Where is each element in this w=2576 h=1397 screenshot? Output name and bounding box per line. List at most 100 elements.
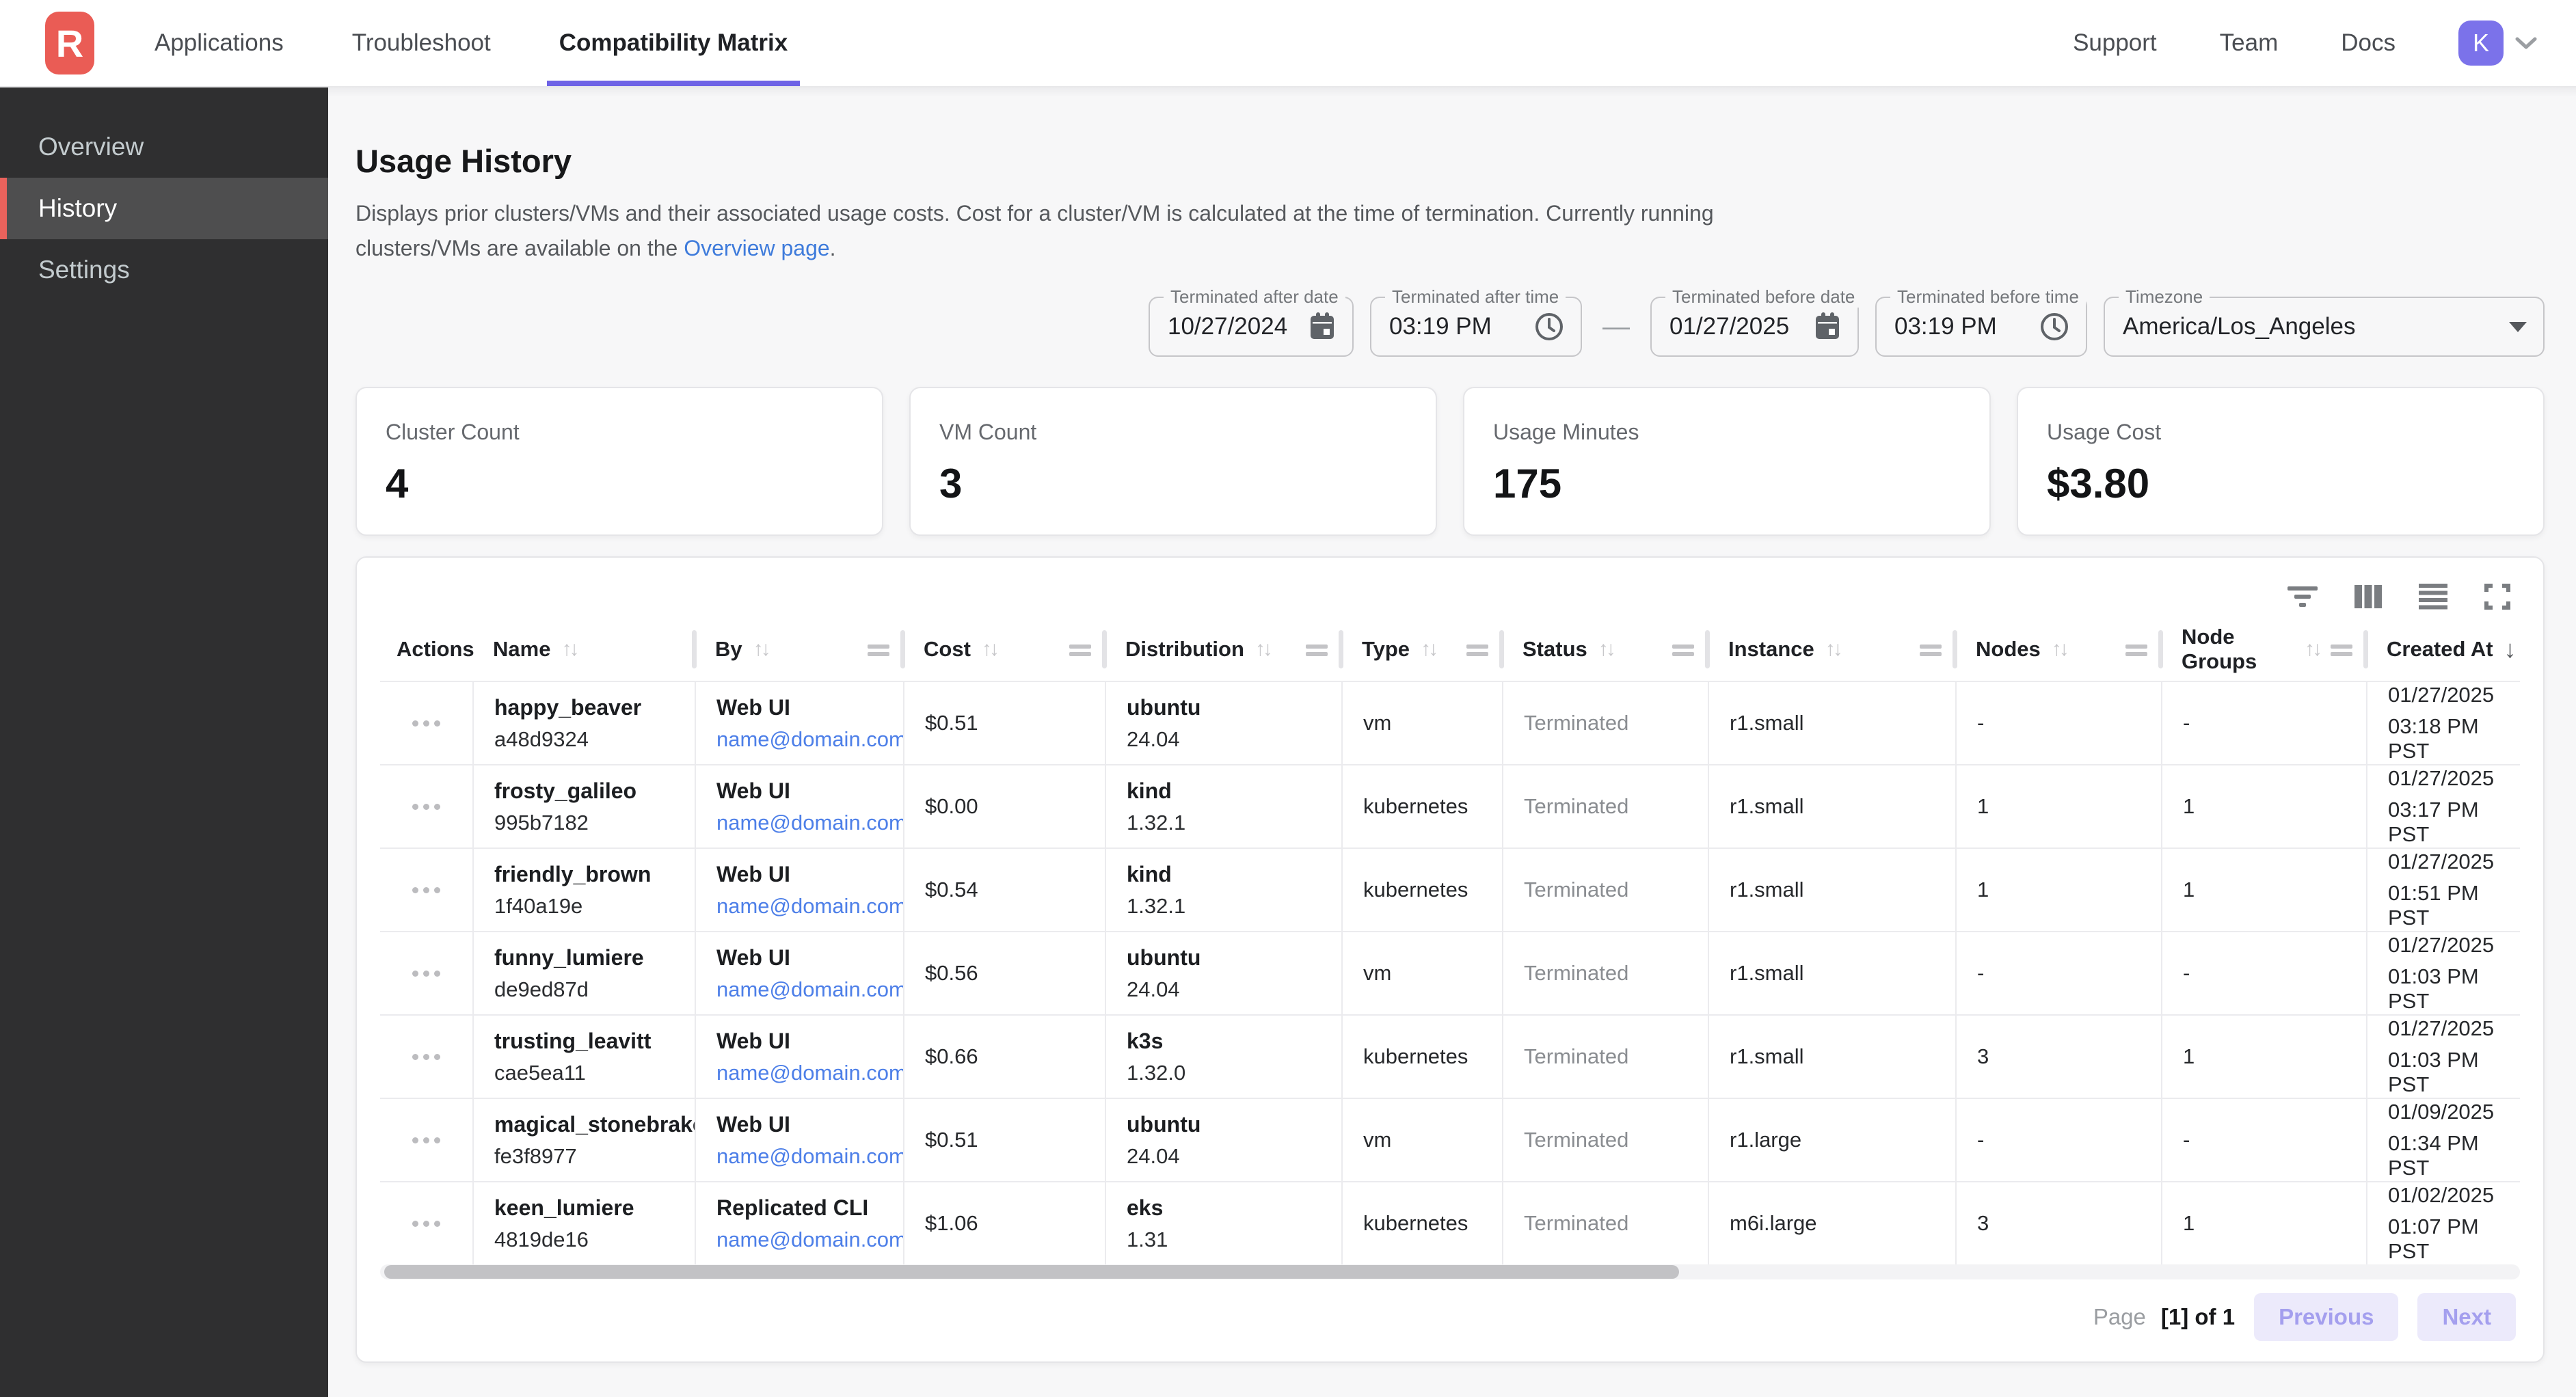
creator-email-link[interactable]: name@domain.com [716,727,903,752]
column-separator[interactable] [1953,630,1957,668]
sort-arrows-icon[interactable]: ↑↓ [2052,638,2067,661]
column-separator[interactable] [900,630,905,668]
ellipsis-icon[interactable] [412,720,440,727]
sort-arrows-icon[interactable]: ↑↓ [2305,638,2320,661]
sort-arrows-icon[interactable]: ↑↓ [561,638,576,661]
column-menu-icon[interactable] [1672,637,1694,662]
ellipsis-icon[interactable] [412,1221,440,1227]
column-menu-icon[interactable] [1466,637,1488,662]
ellipsis-icon[interactable] [412,887,440,893]
row-actions-button[interactable] [380,765,472,847]
chevron-down-icon[interactable] [2514,36,2538,51]
previous-button[interactable]: Previous [2254,1293,2398,1341]
nav-right: Support Team Docs K [2073,0,2538,86]
calendar-icon[interactable] [1309,312,1336,341]
timezone-select[interactable]: Timezone America/Los_Angeles [2104,297,2545,357]
ellipsis-icon[interactable] [412,804,440,810]
terminated-before-time-value[interactable]: 03:19 PM [1894,313,1997,340]
tab-troubleshoot[interactable]: Troubleshoot [352,0,491,86]
clock-icon[interactable] [2039,312,2069,342]
ellipsis-icon[interactable] [412,971,440,977]
filter-icon[interactable] [2287,586,2318,607]
terminated-before-date-field[interactable]: Terminated before date 01/27/2025 [1650,297,1859,357]
sort-arrows-icon[interactable]: ↑↓ [1825,638,1840,661]
fullscreen-icon[interactable] [2484,584,2510,610]
creator-email-link[interactable]: name@domain.com [716,811,903,835]
column-header-nodes[interactable]: Nodes↑↓ [1955,618,2161,681]
columns-icon[interactable] [2354,585,2382,608]
sort-arrows-icon[interactable]: ↑↓ [1598,638,1613,661]
terminated-after-time-field[interactable]: Terminated after time 03:19 PM [1370,297,1582,357]
timezone-value[interactable]: America/Los_Angeles [2123,313,2355,340]
row-actions-button[interactable] [380,682,472,764]
dropdown-arrow-icon[interactable] [2509,322,2527,332]
column-menu-icon[interactable] [1920,637,1942,662]
column-header-by[interactable]: By↑↓ [695,618,903,681]
row-actions-button[interactable] [380,1016,472,1098]
sidebar-item-settings[interactable]: Settings [0,239,328,301]
density-icon[interactable] [2419,584,2447,610]
overview-page-link[interactable]: Overview page [684,236,829,260]
column-header-instance[interactable]: Instance↑↓ [1708,618,1955,681]
sidebar-item-overview[interactable]: Overview [0,116,328,178]
clock-icon[interactable] [1534,312,1564,342]
creator-email-link[interactable]: name@domain.com [716,1061,903,1085]
creator-email-link[interactable]: name@domain.com [716,1144,903,1169]
column-separator[interactable] [1499,630,1504,668]
column-menu-icon[interactable] [868,637,889,662]
r-logo[interactable]: R [45,12,94,74]
tab-applications[interactable]: Applications [155,0,284,86]
nav-link-support[interactable]: Support [2073,29,2157,57]
column-header-status[interactable]: Status↑↓ [1502,618,1708,681]
column-separator[interactable] [1705,630,1710,668]
scrollbar-thumb[interactable] [384,1265,1679,1279]
sort-arrows-icon[interactable]: ↑↓ [753,638,768,661]
row-actions-button[interactable] [380,849,472,931]
ellipsis-icon[interactable] [412,1137,440,1143]
cluster-name: friendly_brown [494,862,695,887]
row-actions-button[interactable] [380,1182,472,1264]
creator-email-link[interactable]: name@domain.com [716,977,903,1002]
column-separator[interactable] [692,630,697,668]
next-button[interactable]: Next [2417,1293,2516,1341]
terminated-after-time-value[interactable]: 03:19 PM [1389,313,1492,340]
column-header-node-groups[interactable]: Node Groups ↑↓ [2161,618,2366,681]
sort-arrows-icon[interactable]: ↑↓ [982,638,997,661]
row-actions-button[interactable] [380,932,472,1014]
column-header-type[interactable]: Type↑↓ [1341,618,1502,681]
terminated-before-date-value[interactable]: 01/27/2025 [1669,313,1789,340]
column-menu-icon[interactable] [1306,637,1328,662]
avatar[interactable]: K [2458,21,2504,66]
column-header-cost[interactable]: Cost↑↓ [903,618,1105,681]
terminated-before-time-field[interactable]: Terminated before time 03:19 PM [1875,297,2087,357]
type: kubernetes [1363,1044,1502,1069]
column-separator[interactable] [1339,630,1343,668]
ellipsis-icon[interactable] [412,1054,440,1060]
terminated-after-date-value[interactable]: 10/27/2024 [1168,313,1287,340]
creator-email-link[interactable]: name@domain.com [716,894,903,919]
horizontal-scrollbar[interactable] [380,1264,2520,1279]
tab-compatibility-matrix[interactable]: Compatibility Matrix [559,0,788,86]
column-menu-icon[interactable] [2331,637,2352,662]
column-menu-icon[interactable] [2125,637,2147,662]
terminated-after-date-field[interactable]: Terminated after date 10/27/2024 [1149,297,1354,357]
column-separator[interactable] [2363,630,2368,668]
created-date: 01/27/2025 [2388,766,2519,791]
column-menu-icon[interactable] [1069,637,1091,662]
sort-arrows-icon[interactable]: ↑↓ [1421,638,1436,661]
column-header-name[interactable]: Name↑↓ [472,618,695,681]
nav-link-team[interactable]: Team [2220,29,2279,57]
sort-arrows-icon[interactable]: ↑↓ [1255,638,1270,661]
column-label: Node Groups [2182,625,2294,674]
account-menu[interactable]: K [2458,21,2538,66]
column-separator[interactable] [1102,630,1107,668]
column-header-distribution[interactable]: Distribution↑↓ [1105,618,1341,681]
creator-email-link[interactable]: name@domain.com [716,1228,903,1252]
column-header-created-at[interactable]: Created At↓ [2366,618,2519,681]
nav-link-docs[interactable]: Docs [2341,29,2396,57]
column-separator[interactable] [2158,630,2163,668]
row-actions-button[interactable] [380,1099,472,1181]
sidebar-item-history[interactable]: History [0,178,328,239]
sort-desc-icon[interactable]: ↓ [2504,635,2517,664]
calendar-icon[interactable] [1814,312,1841,341]
